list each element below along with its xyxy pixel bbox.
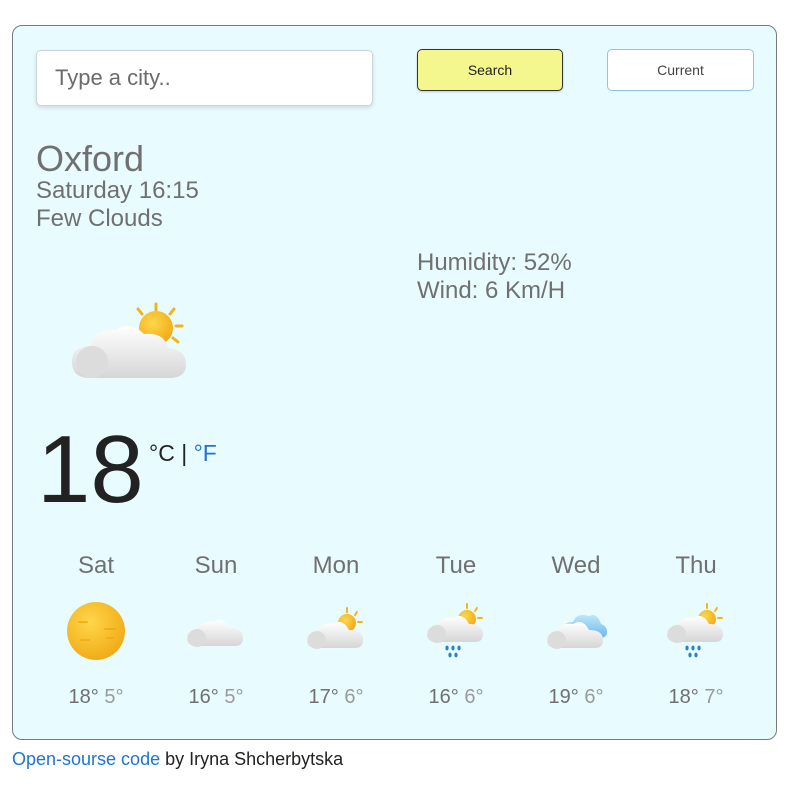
forecast-day: Mon 17° 6° bbox=[276, 552, 396, 709]
forecast-day: Tue 16° 6° bbox=[396, 552, 516, 709]
forecast-day-name: Sun bbox=[194, 552, 238, 579]
forecast-day-name: Wed bbox=[551, 552, 601, 579]
sun-rain-icon bbox=[667, 603, 723, 658]
forecast-day: Sat 18° 5° bbox=[36, 552, 156, 709]
forecast-day: Wed 19° 6° bbox=[516, 552, 636, 709]
forecast-min-temp: 6° bbox=[584, 686, 604, 708]
forecast-temps: 16° 5° bbox=[156, 686, 276, 709]
city-name: Oxford bbox=[36, 138, 145, 179]
forecast-day-name: Mon bbox=[312, 552, 360, 579]
forecast-max-temp: 18° bbox=[68, 686, 99, 708]
forecast-temps: 19° 6° bbox=[516, 686, 636, 709]
forecast-min-temp: 5° bbox=[224, 686, 244, 708]
unit-separator: | bbox=[174, 440, 194, 466]
current-temperature: 18 bbox=[37, 416, 144, 523]
few-clouds-icon bbox=[307, 607, 363, 649]
forecast-max-temp: 17° bbox=[308, 686, 339, 708]
forecast-max-temp: 18° bbox=[668, 686, 699, 708]
forecast-temps: 18° 7° bbox=[636, 686, 756, 709]
city-search-input[interactable] bbox=[36, 50, 373, 106]
forecast-min-temp: 6° bbox=[464, 686, 484, 708]
humidity-value: Humidity: 52% bbox=[417, 249, 572, 276]
current-location-button[interactable]: Current bbox=[607, 49, 754, 91]
celsius-unit[interactable]: °C bbox=[149, 440, 175, 466]
source-code-link[interactable]: Open-sourse code bbox=[12, 749, 160, 769]
search-button[interactable]: Search bbox=[417, 49, 563, 91]
forecast-max-temp: 16° bbox=[188, 686, 219, 708]
forecast-day: Thu 18° 7° bbox=[636, 552, 756, 709]
fahrenheit-link[interactable]: °F bbox=[194, 440, 217, 466]
blue-clouds-icon bbox=[547, 614, 607, 649]
forecast-min-temp: 5° bbox=[104, 686, 124, 708]
weather-description: Few Clouds bbox=[36, 205, 163, 232]
forecast-temps: 17° 6° bbox=[276, 686, 396, 709]
footer: Open-sourse code by Iryna Shcherbytska bbox=[12, 749, 343, 770]
forecast-min-temp: 7° bbox=[704, 686, 724, 708]
forecast-max-temp: 16° bbox=[428, 686, 459, 708]
forecast-day: Sun 16° 5° bbox=[156, 552, 276, 709]
forecast-temps: 16° 6° bbox=[396, 686, 516, 709]
few-clouds-icon bbox=[72, 302, 186, 378]
forecast-min-temp: 6° bbox=[344, 686, 364, 708]
author-credit: by Iryna Shcherbytska bbox=[160, 749, 344, 769]
clear-sun-icon bbox=[67, 602, 125, 660]
weather-card: Search Current Oxford Saturday 16:15 Few… bbox=[12, 25, 777, 740]
forecast-temps: 18° 5° bbox=[36, 686, 156, 709]
forecast-day-name: Thu bbox=[675, 552, 717, 579]
current-datetime: Saturday 16:15 bbox=[36, 177, 199, 204]
unit-switch: °C | °F bbox=[149, 440, 217, 467]
cloud-icon bbox=[187, 620, 243, 647]
forecast-day-name: Sat bbox=[77, 552, 115, 579]
forecast-row: Sat 18° 5° Sun 16° 5° Mon 17° 6° Tue 16°… bbox=[36, 552, 754, 722]
forecast-day-name: Tue bbox=[435, 552, 477, 579]
forecast-max-temp: 19° bbox=[548, 686, 579, 708]
wind-value: Wind: 6 Km/H bbox=[417, 277, 566, 304]
sun-rain-icon bbox=[427, 603, 483, 658]
